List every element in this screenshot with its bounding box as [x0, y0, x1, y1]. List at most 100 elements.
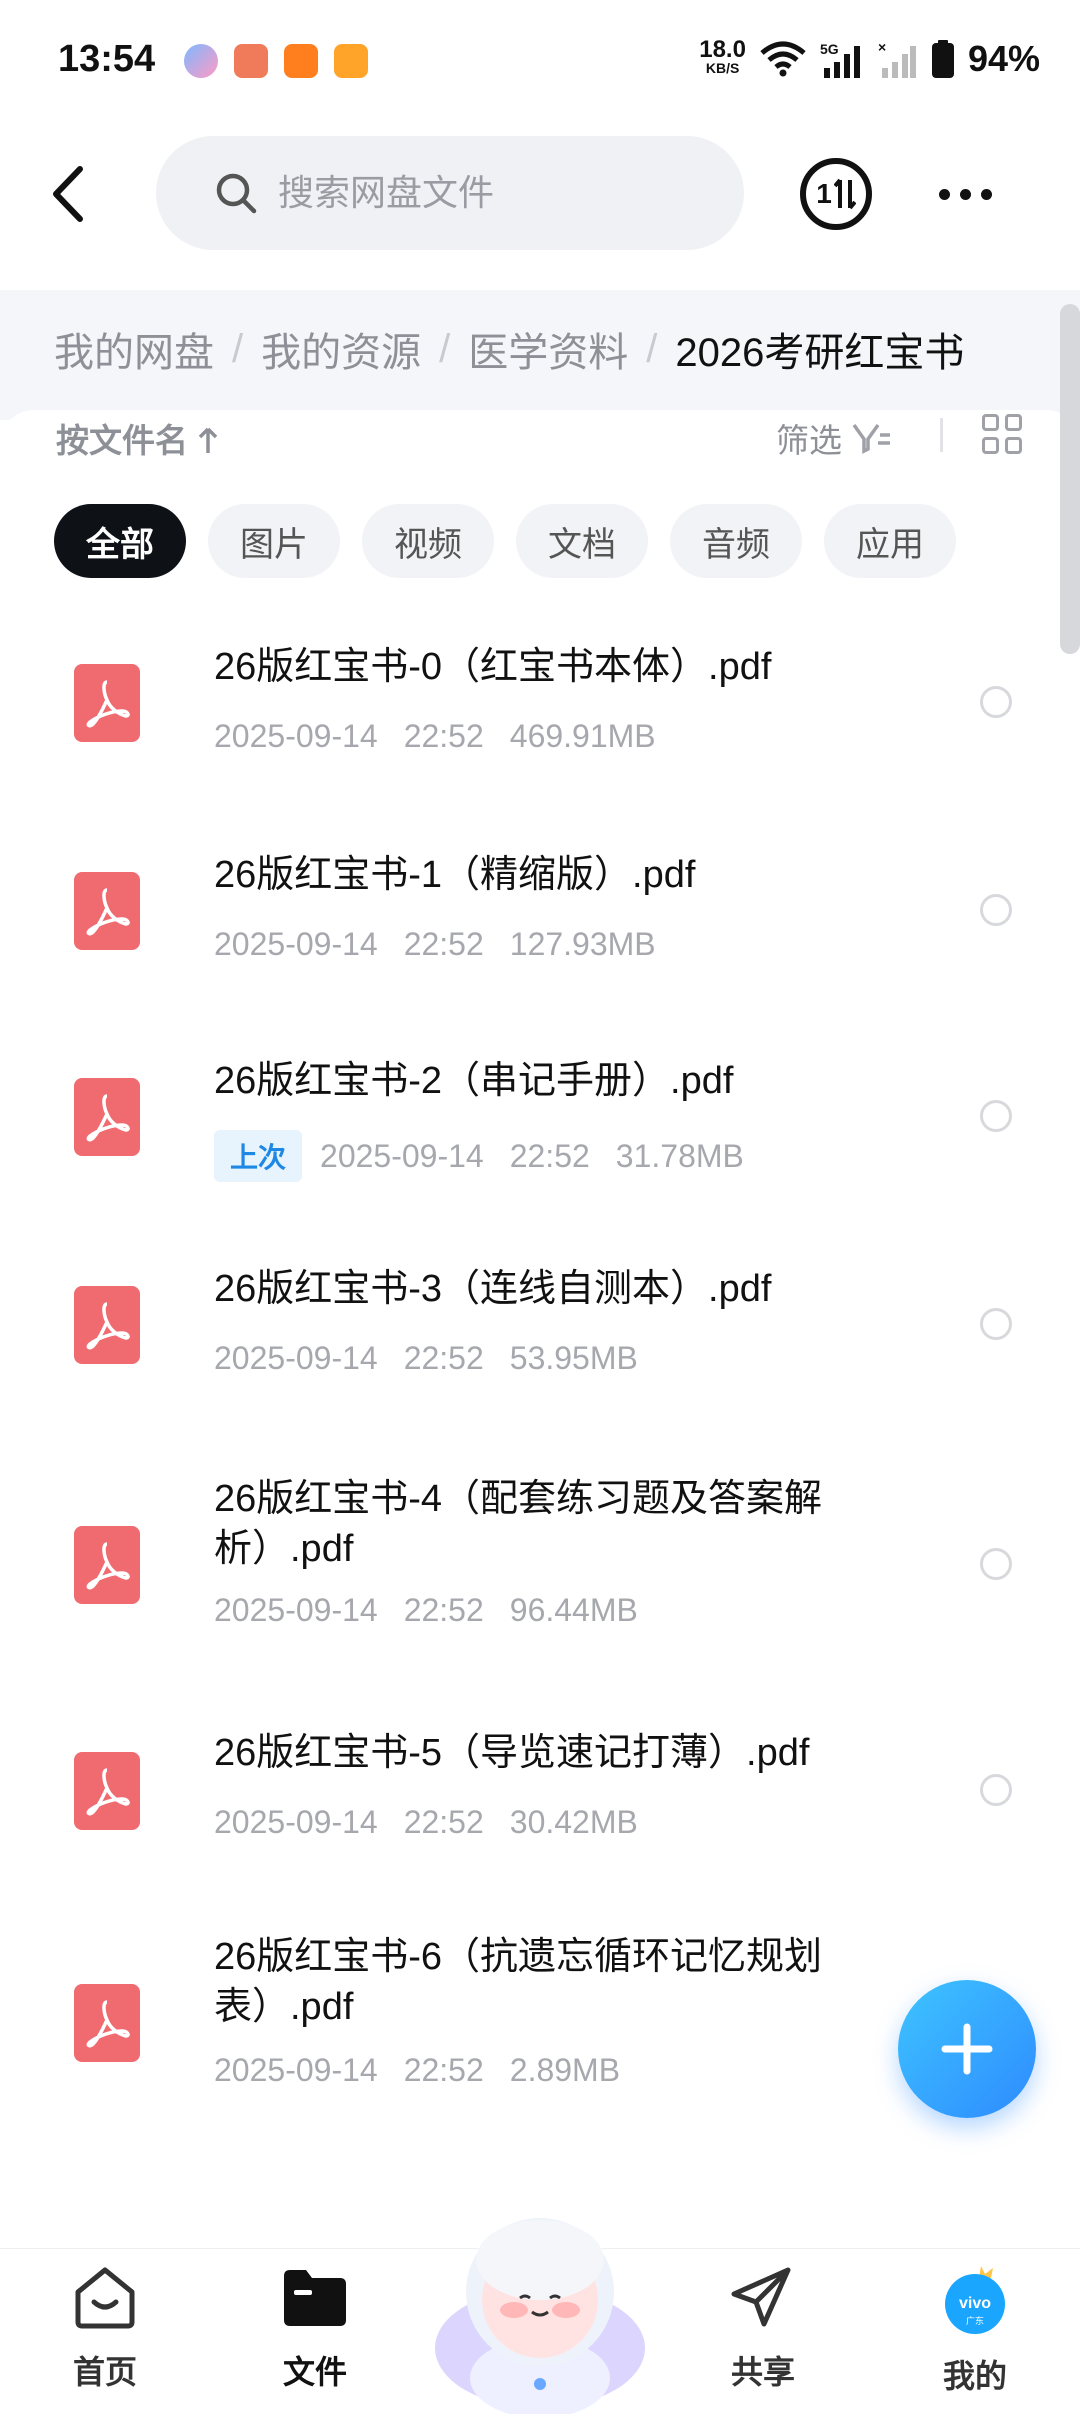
home-icon — [75, 2267, 135, 2329]
file-row[interactable]: 26版红宝书-5（导览速记打薄）.pdf 2025-09-14 22:52 30… — [0, 1722, 1080, 1922]
file-time: 22:52 — [403, 1340, 484, 1376]
arrow-up-icon — [198, 427, 218, 453]
file-size: 469.91MB — [509, 718, 656, 754]
file-name: 26版红宝书-2（串记手册）.pdf — [214, 1060, 734, 1102]
file-meta: 2025-09-14 22:52 30.42MB — [214, 1804, 664, 1841]
app-notification-icon — [184, 44, 218, 78]
app-notification-icon — [284, 44, 318, 78]
pdf-file-icon — [74, 1286, 140, 1364]
avatar-subtext: 广东 — [966, 2315, 984, 2326]
filter-label: 筛选 — [776, 422, 842, 459]
dot-icon — [980, 188, 992, 200]
pdf-file-icon — [74, 1526, 140, 1604]
file-name: 26版红宝书-4（配套练习题及答案解析）.pdf — [214, 1478, 823, 1570]
file-size: 53.95MB — [509, 1340, 638, 1376]
file-meta: 2025-09-14 22:52 53.95MB — [214, 1340, 664, 1377]
file-time: 22:52 — [403, 2052, 484, 2088]
breadcrumb-item[interactable]: 医学资料 — [468, 320, 628, 378]
pdf-file-icon — [74, 872, 140, 950]
filter-icon — [852, 423, 890, 454]
mascot-center-button[interactable] — [430, 2188, 650, 2418]
search-bar[interactable] — [156, 136, 744, 250]
breadcrumb-item[interactable]: 我的网盘 — [54, 320, 214, 378]
file-name: 26版红宝书-6（抗遗忘循环记忆规划表）.pdf — [214, 1936, 823, 2028]
select-checkbox[interactable] — [980, 686, 1012, 718]
file-meta: 2025-09-14 22:52 469.91MB — [214, 718, 682, 755]
file-meta: 2025-09-14 22:52 2.89MB — [214, 2052, 646, 2089]
app-notification-icon — [234, 44, 268, 78]
file-time: 22:52 — [509, 1137, 590, 1174]
scrollbar[interactable] — [1060, 304, 1080, 654]
file-date: 2025-09-14 — [214, 926, 378, 962]
last-opened-badge: 上次 — [214, 1130, 303, 1182]
pdf-file-icon — [74, 664, 140, 742]
add-button[interactable] — [898, 1980, 1036, 2118]
pdf-file-icon — [74, 1078, 140, 1156]
sort-by-name-button[interactable]: 按文件名 — [56, 414, 219, 462]
file-size: 2.89MB — [509, 2052, 621, 2088]
breadcrumb-separator: / — [232, 326, 244, 371]
select-checkbox[interactable] — [980, 1548, 1012, 1580]
file-size: 127.93MB — [509, 926, 656, 962]
file-name: 26版红宝书-5（导览速记打薄）.pdf — [214, 1732, 810, 1774]
nav-share[interactable]: 共享 — [698, 2264, 828, 2393]
back-button[interactable] — [40, 158, 96, 230]
nav-label: 文件 — [282, 2354, 347, 2390]
sort-label: 按文件名 — [56, 422, 188, 459]
signal-icon: × — [878, 40, 916, 78]
chip-videos[interactable]: 视频 — [362, 504, 494, 578]
more-options-button[interactable] — [930, 166, 1000, 222]
file-row[interactable]: 26版红宝书-4（配套练习题及答案解析）.pdf 2025-09-14 22:5… — [0, 1468, 1080, 1708]
search-icon — [216, 173, 257, 214]
select-checkbox[interactable] — [980, 1308, 1012, 1340]
file-name: 26版红宝书-0（红宝书本体）.pdf — [214, 646, 772, 688]
folder-icon — [284, 2270, 346, 2326]
svg-text:×: × — [878, 40, 886, 55]
file-time: 22:52 — [403, 718, 484, 754]
transfer-arrows-icon — [833, 178, 856, 210]
status-time: 13:54 — [58, 38, 156, 80]
status-right: 18.0 KB/S 5G × 94% — [699, 38, 1040, 80]
notification-icons — [184, 44, 368, 78]
breadcrumb-item[interactable]: 我的资源 — [261, 320, 421, 378]
file-size: 30.42MB — [509, 1804, 638, 1840]
breadcrumb: 我的网盘 / 我的资源 / 医学资料 / 2026考研红宝书 — [54, 320, 964, 378]
file-row[interactable]: 26版红宝书-2（串记手册）.pdf 上次 2025-09-14 22:52 3… — [0, 1034, 1080, 1234]
file-meta: 上次 2025-09-14 22:52 31.78MB — [214, 1130, 770, 1182]
nav-label: 我的 — [942, 2358, 1007, 2394]
chip-apps[interactable]: 应用 — [824, 504, 956, 578]
mascot-icon — [435, 2218, 645, 2418]
file-meta: 2025-09-14 22:52 96.44MB — [214, 1592, 664, 1629]
filter-button[interactable]: 筛选 — [776, 414, 892, 462]
breadcrumb-current: 2026考研红宝书 — [675, 331, 965, 375]
file-row[interactable]: 26版红宝书-1（精缩版）.pdf 2025-09-14 22:52 127.9… — [0, 828, 1080, 1028]
transfer-list-button[interactable]: 1 — [800, 158, 872, 230]
search-input[interactable] — [276, 171, 720, 215]
avatar-icon: vivo 广东 — [945, 2266, 1005, 2334]
chip-audio[interactable]: 音频 — [670, 504, 802, 578]
file-date: 2025-09-14 — [214, 718, 378, 754]
chip-documents[interactable]: 文档 — [516, 504, 648, 578]
file-name: 26版红宝书-3（连线自测本）.pdf — [214, 1268, 772, 1310]
signal-5g-icon: 5G — [820, 41, 860, 78]
chip-all[interactable]: 全部 — [54, 504, 186, 578]
file-row[interactable]: 26版红宝书-3（连线自测本）.pdf 2025-09-14 22:52 53.… — [0, 1242, 1080, 1442]
chip-images[interactable]: 图片 — [208, 504, 340, 578]
nav-home[interactable]: 首页 — [40, 2264, 170, 2393]
grid-view-icon[interactable] — [982, 414, 1022, 454]
nav-files[interactable]: 文件 — [250, 2264, 380, 2393]
app-notification-icon — [334, 44, 368, 78]
file-time: 22:52 — [403, 1592, 484, 1628]
nav-mine[interactable]: vivo 广东 我的 — [910, 2264, 1040, 2397]
avatar-text: vivo — [959, 2295, 991, 2312]
pdf-file-icon — [74, 1984, 140, 2062]
battery-level: 94% — [967, 38, 1040, 79]
file-date: 2025-09-14 — [214, 1592, 378, 1628]
share-icon — [731, 2267, 791, 2327]
svg-text:5G: 5G — [820, 41, 839, 57]
file-row[interactable]: 26版红宝书-0（红宝书本体）.pdf 2025-09-14 22:52 469… — [0, 620, 1080, 820]
select-checkbox[interactable] — [980, 1774, 1012, 1806]
file-time: 22:52 — [403, 1804, 484, 1840]
select-checkbox[interactable] — [980, 894, 1012, 926]
select-checkbox[interactable] — [980, 1100, 1012, 1132]
